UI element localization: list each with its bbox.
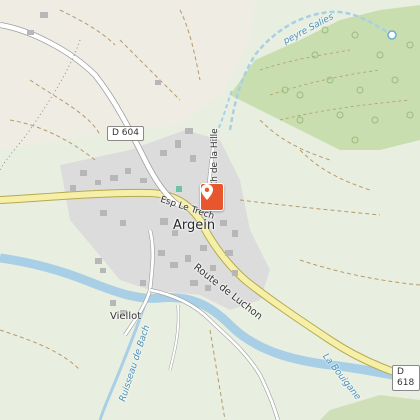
map-canvas[interactable]: Argein Viellot Route de Luchon Esp Le Tr… [0,0,420,420]
street-label-hille: Ch de la Hille [210,128,220,188]
forest-area-south [320,395,420,420]
location-pin-marker[interactable] [200,183,224,211]
location-pin-icon [201,184,213,200]
hamlet-label-viellot: Viellot [110,311,142,322]
spring-point [387,30,397,40]
road-shield-d618: D 618 [392,365,420,391]
road-shield-d604: D 604 [107,126,144,141]
